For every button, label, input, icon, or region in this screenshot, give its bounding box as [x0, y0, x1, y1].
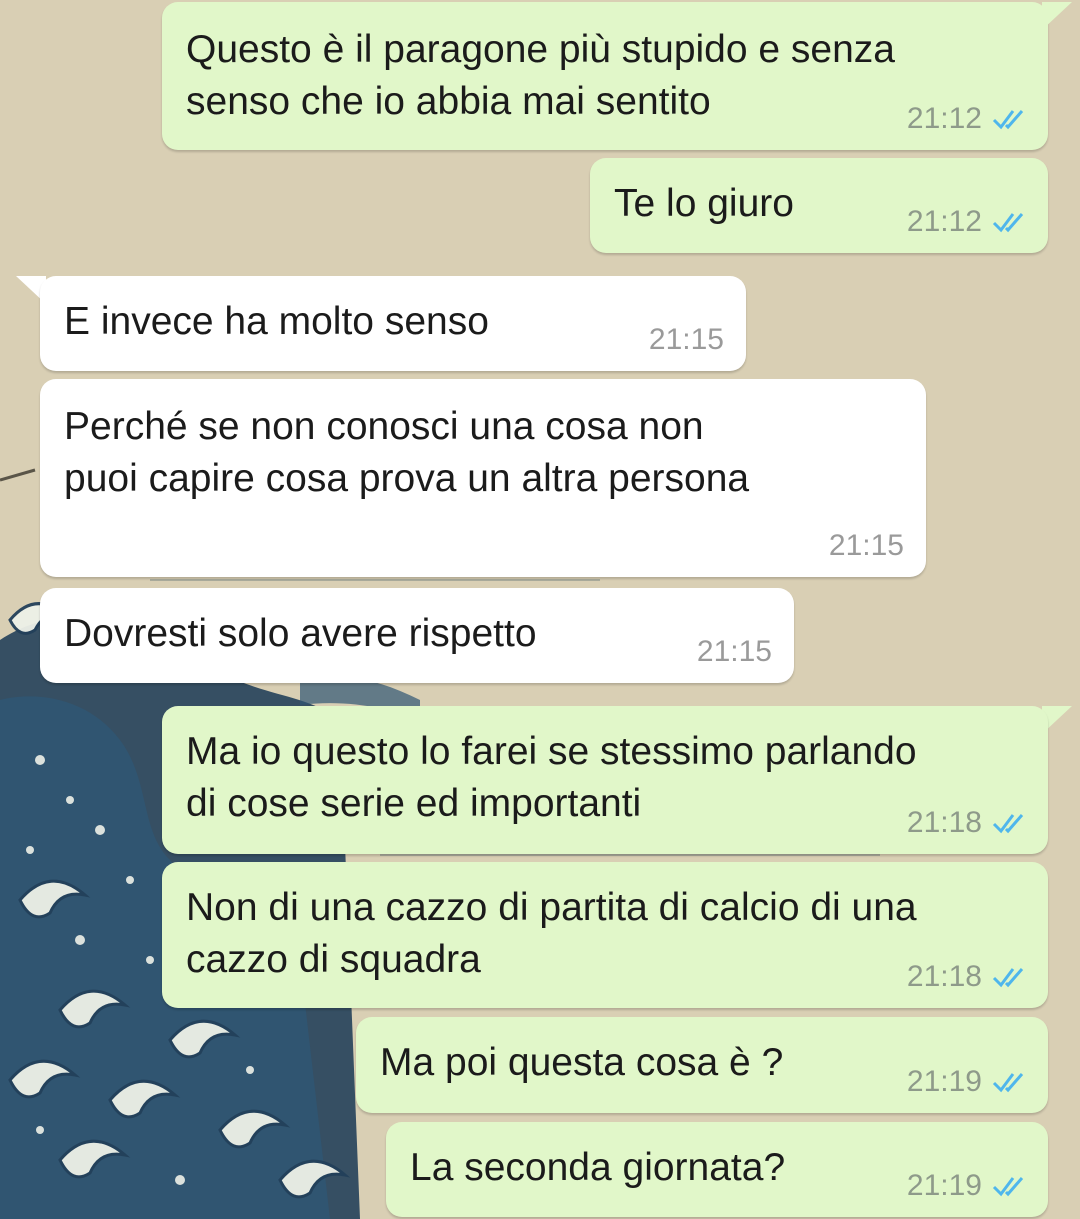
message-text: Ma io questo lo farei se stessimo parlan… [186, 730, 917, 825]
message-time: 21:15 [828, 529, 904, 562]
double-check-icon [992, 814, 1024, 834]
message-time: 21:19 [906, 1169, 982, 1202]
message-text: Dovresti solo avere rispetto [64, 612, 537, 655]
message-bubble-incoming[interactable]: Dovresti solo avere rispetto 21:15 [40, 588, 794, 683]
message-bubble-outgoing[interactable]: Non di una cazzo di partita di calcio di… [162, 862, 1048, 1008]
double-check-icon [992, 1073, 1024, 1093]
message-time: 21:15 [696, 635, 772, 668]
double-check-icon [992, 110, 1024, 130]
message-meta: 21:19 [907, 1067, 1026, 1097]
message-text: Te lo giuro [614, 182, 794, 225]
message-time: 21:18 [906, 960, 982, 993]
message-meta: 21:15 [649, 325, 724, 355]
message-bubble-incoming[interactable]: E invece ha molto senso 21:15 [40, 276, 746, 371]
message-bubble-outgoing[interactable]: Ma poi questa cosa è ? 21:19 [356, 1017, 1048, 1113]
message-bubble-outgoing[interactable]: La seconda giornata? 21:19 [386, 1122, 1048, 1217]
message-time: 21:18 [906, 806, 982, 839]
message-meta: 21:18 [907, 808, 1026, 838]
message-time: 21:12 [906, 205, 982, 238]
message-bubble-outgoing[interactable]: Questo è il paragone più stupido e senza… [162, 2, 1048, 150]
message-bubble-incoming[interactable]: Perché se non conosci una cosa non puoi … [40, 379, 926, 577]
message-meta: 21:15 [697, 637, 772, 667]
message-meta: 21:18 [907, 962, 1026, 992]
message-time: 21:19 [906, 1065, 982, 1098]
message-meta: 21:15 [829, 531, 904, 561]
double-check-icon [992, 1177, 1024, 1197]
message-meta: 21:12 [907, 207, 1026, 237]
double-check-icon [992, 968, 1024, 988]
message-text: E invece ha molto senso [64, 300, 489, 343]
double-check-icon [992, 213, 1024, 233]
message-time: 21:15 [648, 323, 724, 356]
message-text: Perché se non conosci una cosa non puoi … [64, 405, 750, 500]
message-text: Ma poi questa cosa è ? [380, 1041, 784, 1084]
message-meta: 21:19 [907, 1171, 1026, 1201]
bubble-tail [1042, 2, 1072, 30]
message-text: Questo è il paragone più stupido e senza… [186, 28, 895, 123]
message-bubble-outgoing[interactable]: Te lo giuro 21:12 [590, 158, 1048, 253]
message-meta: 21:12 [907, 104, 1026, 134]
message-time: 21:12 [906, 102, 982, 135]
message-bubble-outgoing[interactable]: Ma io questo lo farei se stessimo parlan… [162, 706, 1048, 854]
message-text: Non di una cazzo di partita di calcio di… [186, 886, 917, 981]
message-text: La seconda giornata? [410, 1146, 786, 1189]
